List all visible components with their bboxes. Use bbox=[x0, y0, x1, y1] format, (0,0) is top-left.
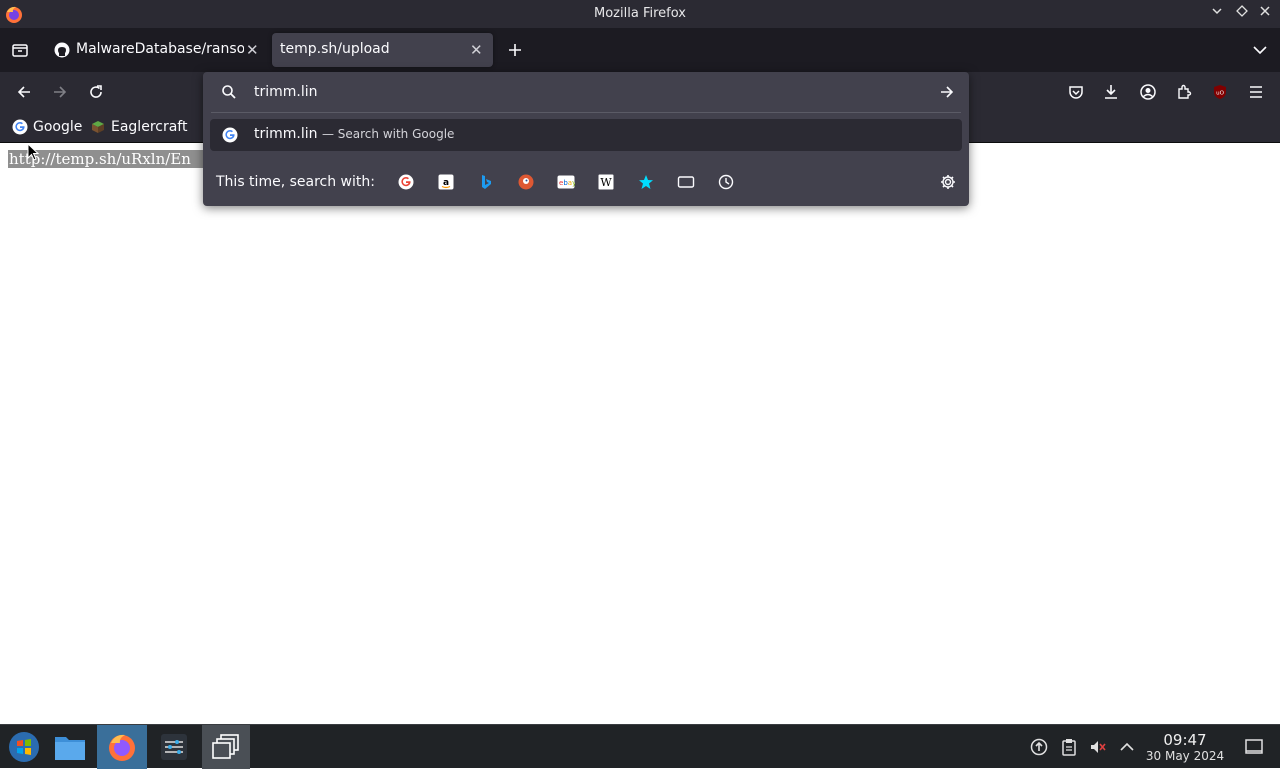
app-menu-icon[interactable] bbox=[1244, 80, 1268, 104]
page-content: http://temp.sh/uRxln/En bbox=[0, 143, 1280, 724]
mouse-cursor-icon bbox=[27, 143, 39, 161]
search-suggestion-row[interactable]: trimm.lin — Search with Google bbox=[210, 119, 962, 151]
search-settings-button[interactable] bbox=[938, 172, 958, 192]
eaglercraft-icon bbox=[92, 121, 104, 133]
file-manager-button[interactable] bbox=[46, 725, 94, 769]
extensions-icon[interactable] bbox=[1172, 80, 1196, 104]
tab-label: temp.sh/upload bbox=[280, 41, 390, 57]
svg-text:W: W bbox=[600, 176, 612, 189]
account-icon[interactable] bbox=[1136, 80, 1160, 104]
tabs-engine-button[interactable] bbox=[676, 172, 696, 192]
github-icon bbox=[54, 42, 70, 58]
google-icon bbox=[222, 127, 238, 143]
bookmark-label: Google bbox=[33, 119, 83, 135]
clipboard-icon[interactable] bbox=[1059, 737, 1079, 757]
suggestion-title: trimm.lin bbox=[254, 126, 318, 142]
history-engine-button[interactable] bbox=[716, 172, 736, 192]
suggestion-text: trimm.lin — Search with Google bbox=[254, 126, 454, 142]
ebay-icon: ebay bbox=[557, 175, 575, 189]
close-tab-icon[interactable]: ✕ bbox=[246, 41, 259, 59]
system-settings-icon bbox=[161, 734, 187, 760]
back-icon[interactable] bbox=[12, 80, 36, 104]
svg-text:ebay: ebay bbox=[559, 179, 575, 187]
window-titlebar: Mozilla Firefox bbox=[0, 0, 1280, 28]
urlbar-popup: trimm.lin — Search with Google This time… bbox=[203, 72, 969, 206]
minimize-icon[interactable] bbox=[1208, 5, 1226, 23]
tab-malwaredatabase[interactable]: MalwareDatabase/ranso ✕ bbox=[48, 33, 268, 67]
update-notifier-icon[interactable] bbox=[1029, 737, 1049, 757]
go-arrow-icon[interactable] bbox=[939, 84, 955, 100]
taskbar: 09:47 30 May 2024 bbox=[0, 724, 1280, 769]
window-switcher-button[interactable] bbox=[202, 725, 250, 769]
wikipedia-engine-button[interactable]: W bbox=[596, 172, 616, 192]
close-tab-icon[interactable]: ✕ bbox=[470, 41, 483, 59]
tray-expand-icon[interactable] bbox=[1117, 737, 1137, 757]
start-menu-button[interactable] bbox=[0, 725, 48, 769]
forward-icon[interactable] bbox=[48, 80, 72, 104]
urlbar-input[interactable] bbox=[254, 80, 934, 104]
clock-date[interactable]: 30 May 2024 bbox=[1140, 749, 1230, 763]
svg-text:uO: uO bbox=[1216, 91, 1224, 97]
suggestion-action: — Search with Google bbox=[321, 127, 455, 141]
duckduckgo-engine-button[interactable] bbox=[516, 172, 536, 192]
window-title: Mozilla Firefox bbox=[594, 6, 686, 21]
google-icon bbox=[12, 119, 28, 135]
settings-taskbar-button[interactable] bbox=[150, 725, 198, 769]
bookmark-label: Eaglercraft bbox=[111, 119, 188, 135]
new-tab-icon[interactable] bbox=[503, 38, 527, 62]
bookmarks-engine-button[interactable] bbox=[636, 172, 656, 192]
bing-engine-button[interactable] bbox=[476, 172, 496, 192]
wikipedia-icon: W bbox=[598, 174, 614, 190]
windows-overview-icon bbox=[212, 734, 239, 759]
ebay-engine-button[interactable]: ebay bbox=[556, 172, 576, 192]
urlbar bbox=[203, 72, 969, 112]
downloads-icon[interactable] bbox=[1099, 80, 1123, 104]
folder-icon bbox=[55, 737, 85, 760]
google-engine-button[interactable] bbox=[396, 172, 416, 192]
one-off-label: This time, search with: bbox=[216, 174, 375, 190]
gear-icon bbox=[941, 175, 955, 189]
one-off-search-row: This time, search with: a ebay W bbox=[203, 166, 969, 198]
duckduckgo-icon bbox=[518, 174, 534, 190]
volume-muted-icon[interactable] bbox=[1088, 737, 1108, 757]
tab-temp-sh-upload[interactable]: temp.sh/upload ✕ bbox=[272, 33, 493, 67]
reload-icon[interactable] bbox=[84, 80, 108, 104]
bookmarks-star-icon bbox=[639, 175, 653, 189]
search-icon bbox=[222, 85, 236, 99]
firefox-icon bbox=[109, 734, 135, 761]
tabs-icon bbox=[677, 176, 695, 188]
amazon-icon: a bbox=[438, 174, 454, 190]
show-desktop-icon[interactable] bbox=[1244, 737, 1264, 757]
firefox-view-icon[interactable] bbox=[8, 38, 32, 62]
tab-strip: MalwareDatabase/ranso ✕ temp.sh/upload ✕ bbox=[0, 28, 1280, 72]
firefox-taskbar-button[interactable] bbox=[97, 725, 147, 769]
history-icon bbox=[718, 174, 734, 190]
maximize-icon[interactable] bbox=[1233, 5, 1251, 23]
list-all-tabs-icon[interactable] bbox=[1248, 38, 1272, 62]
tab-label: MalwareDatabase/ranso bbox=[76, 41, 244, 57]
svg-text:a: a bbox=[443, 178, 449, 188]
ublock-origin-icon[interactable]: uO bbox=[1208, 80, 1232, 104]
urlbar-divider bbox=[211, 112, 961, 113]
start-orb-icon bbox=[9, 732, 39, 762]
google-icon bbox=[398, 174, 414, 190]
close-window-icon[interactable] bbox=[1256, 5, 1274, 23]
pocket-icon[interactable] bbox=[1064, 80, 1088, 104]
bookmark-eaglercraft[interactable]: Eaglercraft bbox=[90, 118, 187, 136]
bing-icon bbox=[482, 175, 491, 189]
amazon-engine-button[interactable]: a bbox=[436, 172, 456, 192]
bookmark-google[interactable]: Google bbox=[12, 118, 82, 136]
clock-time[interactable]: 09:47 bbox=[1150, 731, 1220, 749]
